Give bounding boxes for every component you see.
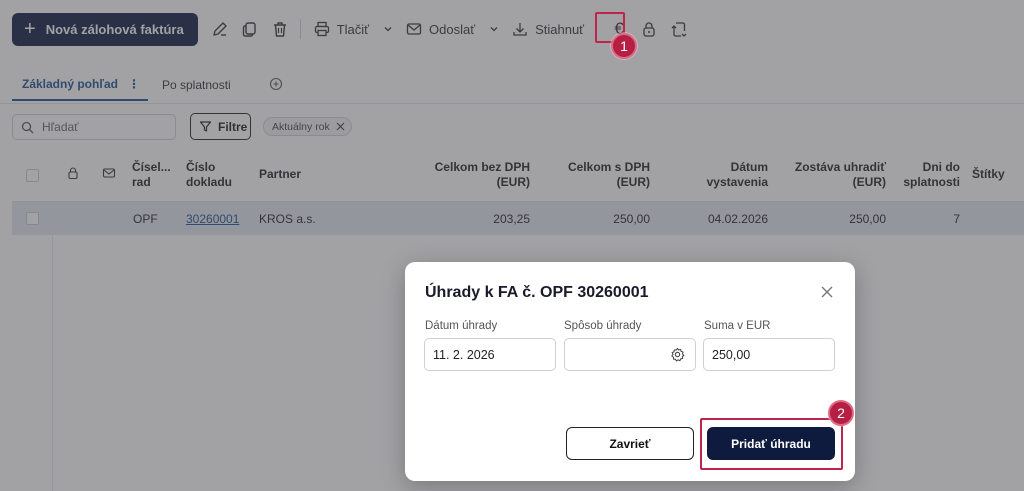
payment-date-value: 11. 2. 2026	[433, 347, 495, 362]
step-2-badge: 2	[828, 400, 854, 426]
payment-date-label: Dátum úhrady	[425, 320, 498, 332]
payment-method-label: Spôsob úhrady	[564, 320, 642, 332]
payment-date-field[interactable]: 11. 2. 2026	[424, 338, 556, 371]
step-1-badge: 1	[611, 33, 637, 59]
close-icon[interactable]	[819, 284, 835, 300]
amount-label: Suma v EUR	[704, 320, 771, 332]
amount-field[interactable]: 250,00	[703, 338, 835, 371]
amount-value: 250,00	[712, 347, 751, 362]
step-2-highlight	[700, 418, 843, 470]
close-button[interactable]: Zavrieť	[566, 427, 694, 460]
payment-method-select[interactable]	[564, 338, 696, 371]
dialog-title: Úhrady k FA č. OPF 30260001	[425, 284, 649, 301]
gear-icon[interactable]	[670, 347, 685, 362]
